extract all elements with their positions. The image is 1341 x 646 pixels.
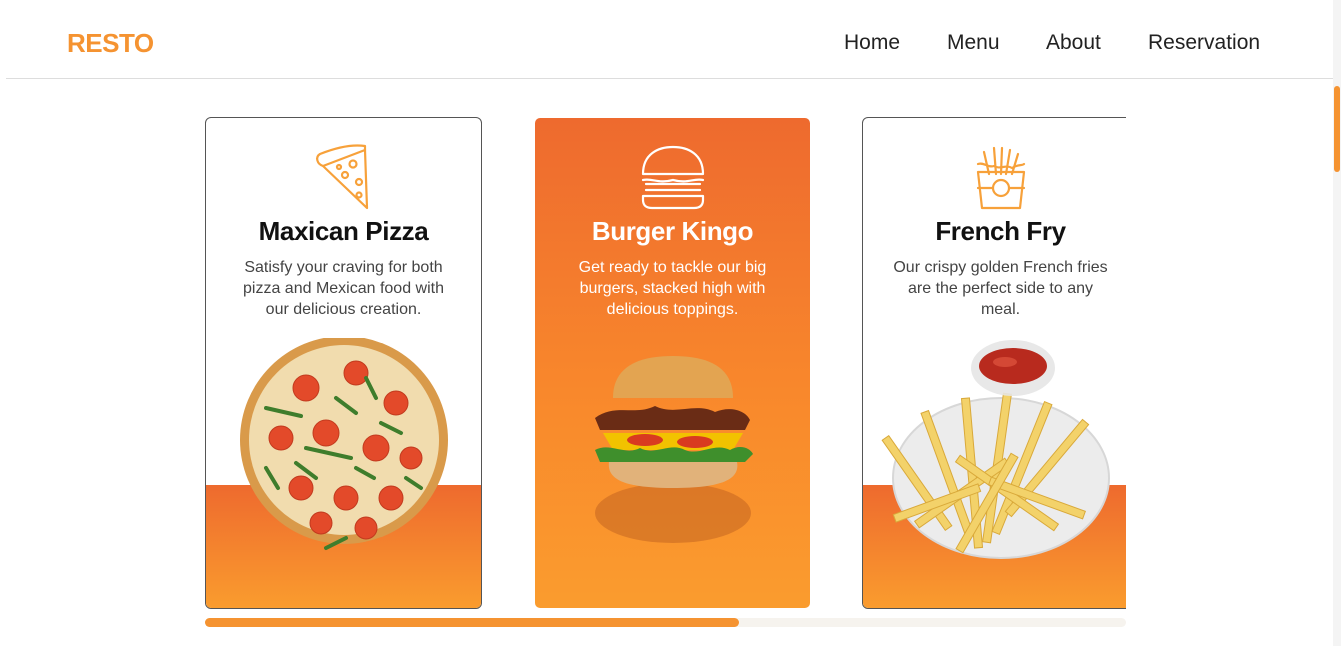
site-header: RESTO Home Menu About Reservation <box>6 0 1334 79</box>
card-description: Satisfy your craving for both pizza and … <box>243 259 444 318</box>
menu-card-burger[interactable]: Burger Kingo Get ready to tackle our big… <box>534 117 811 609</box>
card-title: French Fry <box>935 216 1066 246</box>
nav-menu[interactable]: Menu <box>947 31 1000 55</box>
fries-image <box>881 340 1110 559</box>
french-fries-icon <box>976 146 1025 210</box>
nav-home[interactable]: Home <box>844 31 900 55</box>
menu-card-pizza[interactable]: Maxican Pizza Satisfy your craving for b… <box>205 117 482 609</box>
slider-scrollbar[interactable] <box>205 618 1126 627</box>
pizza-slice-icon <box>315 144 368 210</box>
burger-icon <box>641 145 704 210</box>
card-description: Our crispy golden French fries are the p… <box>893 259 1108 318</box>
brand-logo[interactable]: RESTO <box>67 28 154 59</box>
page-scrollbar-thumb[interactable] <box>1334 86 1340 172</box>
pizza-image <box>240 338 448 550</box>
card-title: Burger Kingo <box>591 216 754 246</box>
menu-card-fries[interactable]: French Fry Our crispy golden French frie… <box>862 117 1126 609</box>
slider-scrollbar-thumb[interactable] <box>205 618 740 627</box>
burger-image <box>595 356 753 543</box>
page-scrollbar[interactable] <box>1333 0 1341 646</box>
nav-reservation[interactable]: Reservation <box>1148 31 1260 55</box>
nav-about[interactable]: About <box>1046 31 1101 55</box>
menu-slider[interactable]: Maxican Pizza Satisfy your craving for b… <box>205 117 1126 610</box>
card-description: Get ready to tackle our big burgers, sta… <box>578 259 767 318</box>
card-title: Maxican Pizza <box>258 216 429 246</box>
